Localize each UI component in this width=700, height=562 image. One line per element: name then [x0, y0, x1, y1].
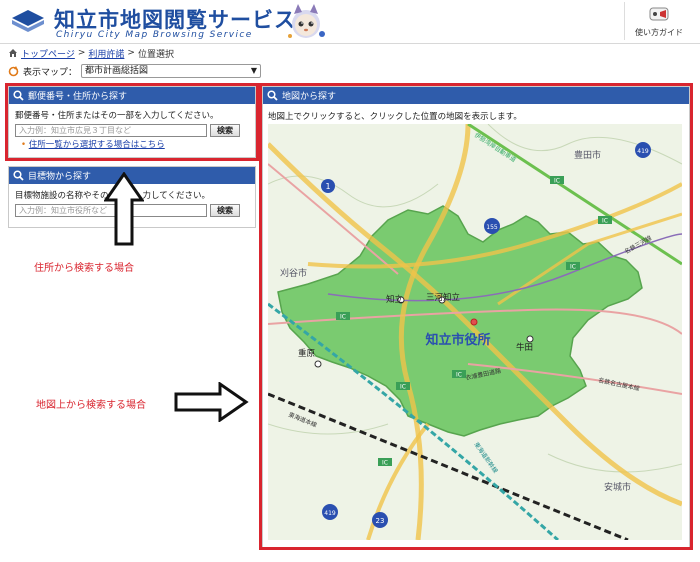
landmark-search-button[interactable]: 検索 [210, 204, 240, 217]
route-label: 1 [325, 182, 330, 191]
landmark-panel-title: 目標物から探す [28, 172, 92, 182]
ic-marker: IC [550, 176, 564, 185]
ic-marker: IC [598, 216, 612, 225]
map-canvas[interactable]: 1 155 419 419 23 IC IC IC IC IC IC IC 知立… [268, 124, 682, 540]
city-hall-label: 知立市役所 [425, 332, 490, 348]
ic-marker: IC [566, 262, 580, 271]
map-search-note: 地図上から検索する場合 [36, 400, 146, 411]
ic-marker: IC [452, 370, 466, 379]
route-155-icon: 155 [484, 218, 500, 234]
display-map-row: 表示マップ： 都市計画総括図 ▼ [8, 63, 262, 79]
search-icon [13, 90, 24, 101]
display-map-selected: 都市計画総括図 [85, 66, 149, 76]
right-arrow-icon [174, 382, 249, 422]
place-label-ushida: 牛田 [516, 342, 533, 353]
route-1-icon: 1 [321, 179, 335, 193]
address-list-link[interactable]: 住所一覧から選択する場合はこちら [29, 140, 165, 150]
breadcrumb-separator: > [77, 48, 86, 58]
ic-label: IC [602, 218, 608, 225]
route-419-icon: 419 [635, 142, 651, 158]
display-map-select[interactable]: 都市計画総括図 ▼ [81, 64, 262, 78]
guide-icon [649, 7, 668, 21]
breadcrumb-top[interactable]: トップページ [21, 47, 75, 60]
bullet: • [21, 140, 27, 150]
route-label: 419 [637, 148, 649, 155]
map-panel-header: 地図から探す [263, 87, 689, 104]
clickable-map[interactable]: 1 155 419 419 23 IC IC IC IC IC IC IC 知立… [268, 124, 682, 540]
breadcrumb-current: 位置選択 [137, 49, 174, 60]
refresh-icon [8, 65, 19, 76]
place-label-chiryu: 知立 [386, 294, 404, 305]
search-icon [13, 170, 24, 181]
place-label-mikawa-chiryu: 三河知立 [426, 292, 461, 303]
map-instruction: 地図上でクリックすると、クリックした位置の地図を表示します。 [268, 112, 522, 122]
site-subtitle: Chiryu City Map Browsing Service [56, 30, 253, 40]
ic-marker: IC [378, 458, 392, 467]
breadcrumb-terms[interactable]: 利用許諾 [88, 47, 124, 60]
ic-label: IC [400, 384, 406, 391]
logo-icon [12, 10, 44, 32]
search-icon [267, 90, 278, 101]
place-label-toyota: 豊田市 [574, 149, 601, 161]
mascot-icon [288, 4, 325, 38]
route-419-south-icon: 419 [322, 504, 338, 520]
ic-marker: IC [396, 382, 410, 391]
ic-label: IC [456, 372, 462, 379]
address-input[interactable]: 入力例：知立市広見３丁目など [15, 124, 207, 137]
place-label-kariya: 刈谷市 [280, 267, 307, 279]
guide-button[interactable]: 使い方ガイド [624, 2, 692, 40]
ic-marker: IC [336, 312, 350, 321]
place-label-anjo: 安城市 [604, 481, 631, 493]
ic-label: IC [382, 460, 388, 467]
display-map-label: 表示マップ： [23, 67, 78, 78]
address-instruction: 郵便番号・住所またはその一部を入力してください。 [15, 111, 219, 121]
up-arrow-icon [104, 172, 144, 246]
site-header: 知立市地図閲覧サービス Chiryu City Map Browsing Ser… [0, 0, 700, 44]
ic-label: IC [570, 264, 576, 271]
address-panel-header: 郵便番号・住所から探す [9, 87, 255, 104]
address-search-note: 住所から検索する場合 [34, 263, 134, 274]
address-panel-title: 郵便番号・住所から探す [28, 92, 128, 102]
guide-label: 使い方ガイド [635, 28, 683, 37]
home-icon [9, 49, 17, 57]
route-23-icon: 23 [372, 512, 388, 528]
route-label: 155 [486, 224, 498, 231]
map-panel-title: 地図から探す [282, 92, 337, 102]
breadcrumb: トップページ > 利用許諾 > 位置選択 [8, 46, 174, 60]
place-label-shigehara: 重原 [298, 348, 315, 359]
ic-label: IC [554, 178, 560, 185]
address-search-button[interactable]: 検索 [210, 124, 240, 137]
address-search-panel: 郵便番号・住所から探す 郵便番号・住所またはその一部を入力してください。 入力例… [8, 86, 256, 158]
chevron-down-icon: ▼ [250, 66, 258, 75]
route-label: 419 [324, 510, 336, 517]
route-label: 23 [376, 517, 385, 525]
breadcrumb-separator: > [127, 48, 135, 58]
ic-label: IC [340, 314, 346, 321]
